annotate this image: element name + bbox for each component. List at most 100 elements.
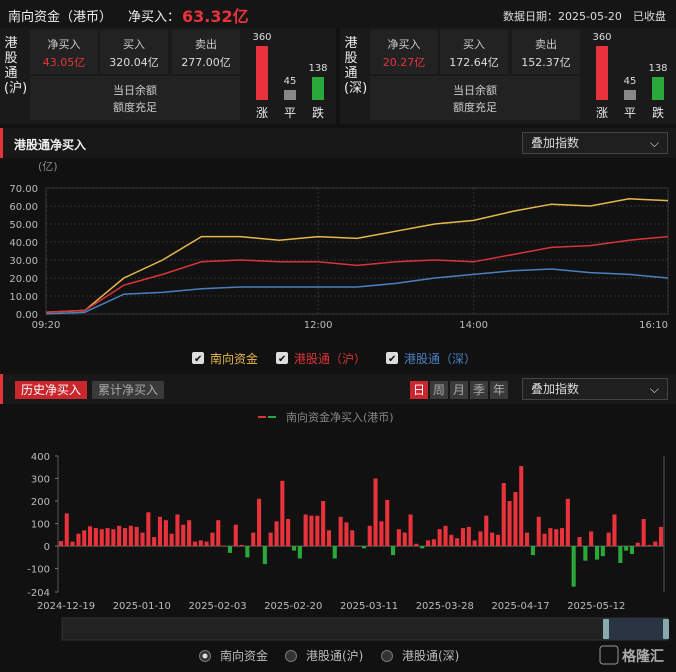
radio-button[interactable] xyxy=(285,650,297,662)
bar xyxy=(554,529,559,547)
bar xyxy=(600,546,605,557)
bar xyxy=(495,534,500,547)
bar xyxy=(262,546,267,565)
range-handle-right[interactable] xyxy=(663,619,669,639)
header-bar: 南向资金（港币） 净买入： 63.32亿 数据日期：2025-05-20 已收盘 xyxy=(0,0,676,28)
y-tick-label: 200 xyxy=(31,497,50,508)
x-tick-label: 2024-12-19 xyxy=(37,601,95,612)
overlay-index-dropdown[interactable]: 叠加指数 ⌵ xyxy=(522,132,668,154)
panel-label-char: 股 xyxy=(4,51,18,66)
bar xyxy=(169,533,174,547)
bar-legend-title: 南向资金净买入(港币) xyxy=(286,410,394,424)
series-line-0 xyxy=(45,198,669,313)
y-tick-label: 60.00 xyxy=(9,202,38,213)
tab-year[interactable]: 年 xyxy=(490,381,508,399)
bar xyxy=(361,546,366,549)
check-icon: ✔ xyxy=(194,354,202,365)
net-buy-value: 63.32亿 xyxy=(182,7,249,26)
panel-sell-label: 卖出 xyxy=(535,38,557,51)
advance-decline: 360 涨 45 平 138 跌 xyxy=(586,28,674,124)
bar xyxy=(426,540,431,546)
bar xyxy=(408,514,413,546)
radio-button[interactable] xyxy=(381,650,393,662)
bar xyxy=(268,532,273,547)
bar xyxy=(163,520,168,547)
x-tick-label: 2025-03-28 xyxy=(416,601,474,612)
bar xyxy=(326,530,331,547)
range-navigator[interactable] xyxy=(61,617,669,641)
bar xyxy=(565,498,570,547)
count-down: 138 xyxy=(648,62,668,74)
panel-label-char: 通 xyxy=(4,66,18,81)
history-bar-chart: 南向资金净买入(港币) -204 -100 0 100 200 300 400 2024-12-… xyxy=(27,410,669,665)
panel-net-value: 43.05亿 xyxy=(42,56,86,69)
bar xyxy=(437,529,442,547)
tab-week[interactable]: 周 xyxy=(430,381,448,399)
panel-sell-cell: 卖出 277.00亿 xyxy=(172,30,240,74)
bar xyxy=(606,532,611,547)
bar xyxy=(257,498,262,547)
range-handle-left[interactable] xyxy=(603,619,609,639)
bar xyxy=(659,526,664,546)
bar xyxy=(338,516,343,547)
bar xyxy=(274,521,279,547)
legend-label: 南向资金 xyxy=(210,351,258,366)
bar xyxy=(181,524,186,547)
tab-quarter[interactable]: 季 xyxy=(470,381,488,399)
y-tick-label: 100 xyxy=(31,520,50,531)
bar xyxy=(204,541,209,547)
bar xyxy=(420,546,425,549)
x-tick-label: 2025-04-17 xyxy=(491,601,549,612)
label-down: 跌 xyxy=(651,106,664,120)
bar xyxy=(402,532,407,547)
panel-balance-label: 当日余额 xyxy=(453,84,497,97)
legend-label: 港股通（沪） xyxy=(294,352,366,366)
bar xyxy=(571,546,576,587)
range-selection[interactable] xyxy=(604,618,668,640)
x-tick-label: 2025-02-20 xyxy=(264,601,322,612)
bar xyxy=(635,542,640,547)
watermark-text: 格隆汇 xyxy=(622,648,664,665)
intraday-line-chart: (亿)0.0010.0020.0030.0040.0050.0060.0070.… xyxy=(9,160,669,366)
tab-history-net[interactable]: 历史净买入 xyxy=(15,381,88,399)
bar xyxy=(157,516,162,547)
bar xyxy=(222,546,227,547)
bar xyxy=(530,546,535,556)
radio-label: 南向资金 xyxy=(220,648,268,663)
advance-decline: 360 涨 45 平 138 跌 xyxy=(246,28,334,124)
bar xyxy=(321,501,326,546)
bar xyxy=(292,546,297,551)
bar xyxy=(297,546,302,559)
x-tick-label: 2025-03-11 xyxy=(340,601,398,612)
bar xyxy=(385,499,390,547)
bar xyxy=(99,529,104,547)
bar-flat xyxy=(624,89,636,100)
label-flat: 平 xyxy=(623,106,636,120)
bar xyxy=(536,516,541,547)
bar xyxy=(344,522,349,546)
tab-cumulative-net[interactable]: 累计净买入 xyxy=(92,381,165,399)
label-up: 涨 xyxy=(595,106,608,120)
chevron-down-icon: ⌵ xyxy=(649,382,659,396)
bar xyxy=(239,544,244,546)
y-tick-label: 0 xyxy=(44,542,50,553)
panel-sell-value: 277.00亿 xyxy=(181,56,231,69)
overlay-index-dropdown-2[interactable]: 叠加指数 ⌵ xyxy=(522,378,668,400)
bar xyxy=(443,525,448,547)
panel-net-cell: 净买入 20.27亿 xyxy=(370,30,438,74)
panel-buy-value: 320.04亿 xyxy=(109,56,159,69)
bar xyxy=(595,546,600,560)
bar xyxy=(332,546,337,559)
tab-day[interactable]: 日 xyxy=(410,381,428,399)
bar xyxy=(123,528,128,547)
bar xyxy=(414,543,419,547)
tab-month[interactable]: 月 xyxy=(450,381,468,399)
y-tick-label: 400 xyxy=(31,452,50,463)
data-date: 数据日期：2025-05-20 xyxy=(503,10,622,23)
bar xyxy=(484,515,489,547)
bar xyxy=(612,514,617,546)
section-accent xyxy=(0,128,3,158)
panel-label-char: 股 xyxy=(344,51,358,66)
bar xyxy=(175,514,180,546)
plot-frame xyxy=(45,187,669,315)
